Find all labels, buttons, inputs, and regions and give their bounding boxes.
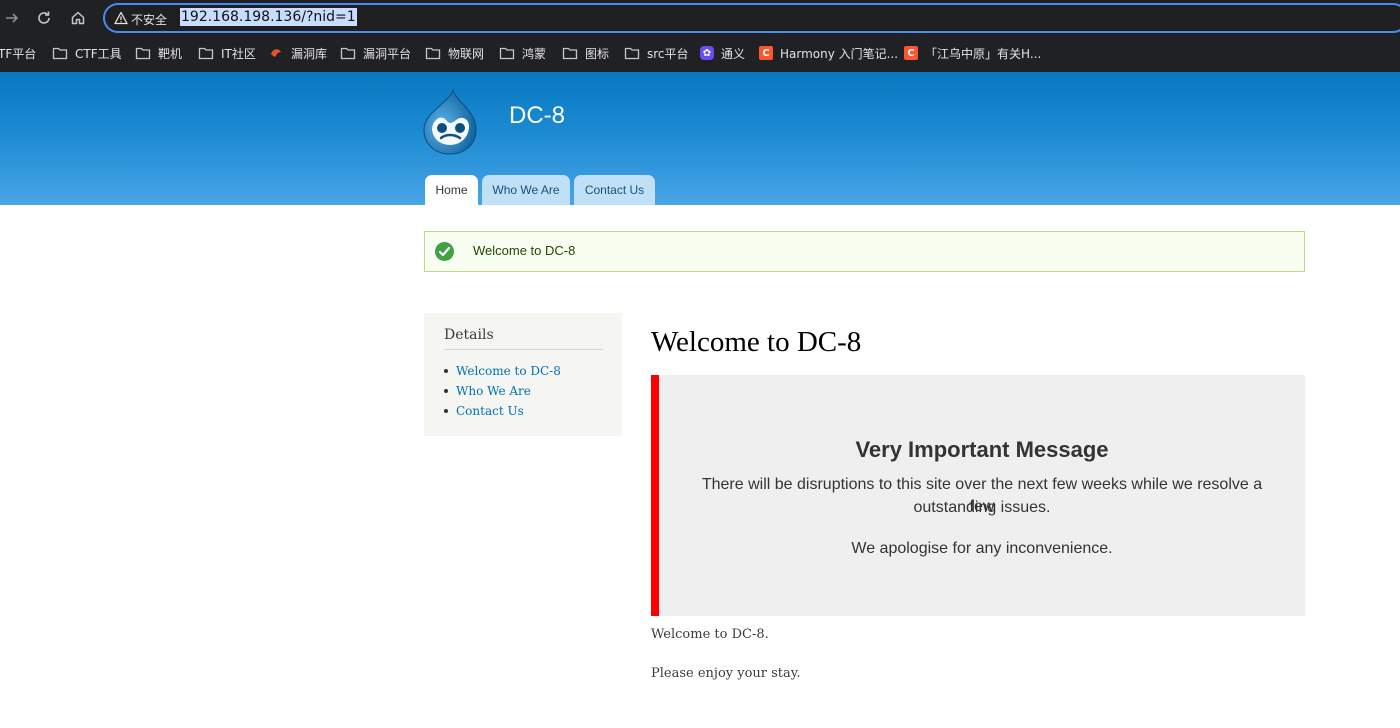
block-title: Details bbox=[444, 327, 494, 343]
bookmark-src-platform[interactable]: src平台 bbox=[624, 44, 689, 62]
link-contact-us[interactable]: Contact Us bbox=[456, 404, 524, 418]
tab-home[interactable]: Home bbox=[425, 175, 478, 205]
alert-heading: Very Important Message bbox=[855, 437, 1109, 462]
site-name[interactable]: DC-8 bbox=[509, 102, 565, 130]
tab-contact-us[interactable]: Contact Us bbox=[574, 175, 655, 205]
bookmark-target-machines[interactable]: 靶机 bbox=[135, 44, 182, 62]
bookmark-harmony[interactable]: 鸿蒙 bbox=[499, 44, 546, 62]
bookmark-icons[interactable]: 图标 bbox=[562, 44, 609, 62]
bookmark-vuln-platform[interactable]: 漏洞平台 bbox=[340, 44, 411, 62]
bookmark-harmony-notes[interactable]: C Harmony 入门笔记... bbox=[759, 44, 898, 62]
folder-icon bbox=[624, 47, 640, 60]
bookmark-jiangwu[interactable]: C 「江乌中原」有关H... bbox=[904, 44, 1041, 62]
csdn-icon: C bbox=[759, 46, 773, 60]
browser-toolbar: 不安全 192.168.198.136/?nid=1 bbox=[0, 0, 1400, 36]
check-circle-icon bbox=[435, 242, 454, 261]
home-icon[interactable] bbox=[66, 6, 90, 30]
bookmark-iot[interactable]: 物联网 bbox=[425, 44, 484, 62]
url-text[interactable]: 192.168.198.136/?nid=1 bbox=[180, 8, 357, 26]
drupal-logo-icon[interactable] bbox=[420, 88, 480, 156]
folder-icon bbox=[499, 47, 515, 60]
folder-icon bbox=[52, 47, 68, 60]
bookmark-it-community[interactable]: IT社区 bbox=[198, 44, 256, 62]
bookmark-vuln-library[interactable]: 漏洞库 bbox=[268, 44, 327, 62]
important-message-box: Very Important Message There will be dis… bbox=[651, 375, 1305, 616]
status-message: Welcome to DC-8 bbox=[424, 231, 1305, 272]
csdn-icon: C bbox=[904, 46, 918, 60]
warning-icon[interactable] bbox=[114, 11, 128, 25]
details-block: Details Welcome to DC-8 Who We Are Conta… bbox=[424, 313, 622, 436]
tongyi-icon: ✿ bbox=[700, 46, 714, 60]
list-item: Contact Us bbox=[444, 401, 561, 421]
body-paragraph: Please enjoy your stay. bbox=[651, 666, 801, 681]
link-welcome[interactable]: Welcome to DC-8 bbox=[456, 364, 561, 378]
bookmark-tongyi[interactable]: ✿ 通义 bbox=[700, 44, 745, 62]
forward-icon[interactable] bbox=[0, 6, 24, 30]
divider bbox=[444, 349, 603, 350]
folder-icon bbox=[562, 47, 578, 60]
status-text: Welcome to DC-8 bbox=[473, 243, 576, 258]
alert-text: outstanding issues. bbox=[913, 499, 1051, 516]
folder-icon bbox=[198, 47, 214, 60]
page-title: Welcome to DC-8 bbox=[651, 326, 862, 358]
reload-icon[interactable] bbox=[32, 6, 56, 30]
site-favicon bbox=[271, 49, 281, 57]
security-label[interactable]: 不安全 bbox=[131, 11, 167, 28]
address-bar[interactable]: 不安全 192.168.198.136/?nid=1 bbox=[103, 3, 1400, 33]
browser-chrome: 不安全 192.168.198.136/?nid=1 TF平台 CTF工具 靶机… bbox=[0, 0, 1400, 72]
folder-icon bbox=[425, 47, 441, 60]
list-item: Who We Are bbox=[444, 381, 561, 401]
list-item: Welcome to DC-8 bbox=[444, 361, 561, 381]
link-who-we-are[interactable]: Who We Are bbox=[456, 384, 531, 398]
folder-icon bbox=[340, 47, 356, 60]
site-header: DC-8 Home Who We Are Contact Us bbox=[0, 72, 1400, 205]
alert-text: We apologise for any inconvenience. bbox=[851, 540, 1113, 557]
tab-who-we-are[interactable]: Who We Are bbox=[482, 175, 570, 205]
details-menu: Welcome to DC-8 Who We Are Contact Us bbox=[444, 361, 561, 421]
bookmarks-bar: TF平台 CTF工具 靶机 IT社区 漏洞库 漏洞平台 物联网 鸿蒙 图标 sr… bbox=[0, 38, 1400, 68]
bookmark-ctf-tools[interactable]: CTF工具 bbox=[52, 44, 122, 62]
bookmark-tf[interactable]: TF平台 bbox=[0, 44, 36, 62]
body-paragraph: Welcome to DC-8. bbox=[651, 627, 769, 642]
folder-icon bbox=[135, 47, 151, 60]
